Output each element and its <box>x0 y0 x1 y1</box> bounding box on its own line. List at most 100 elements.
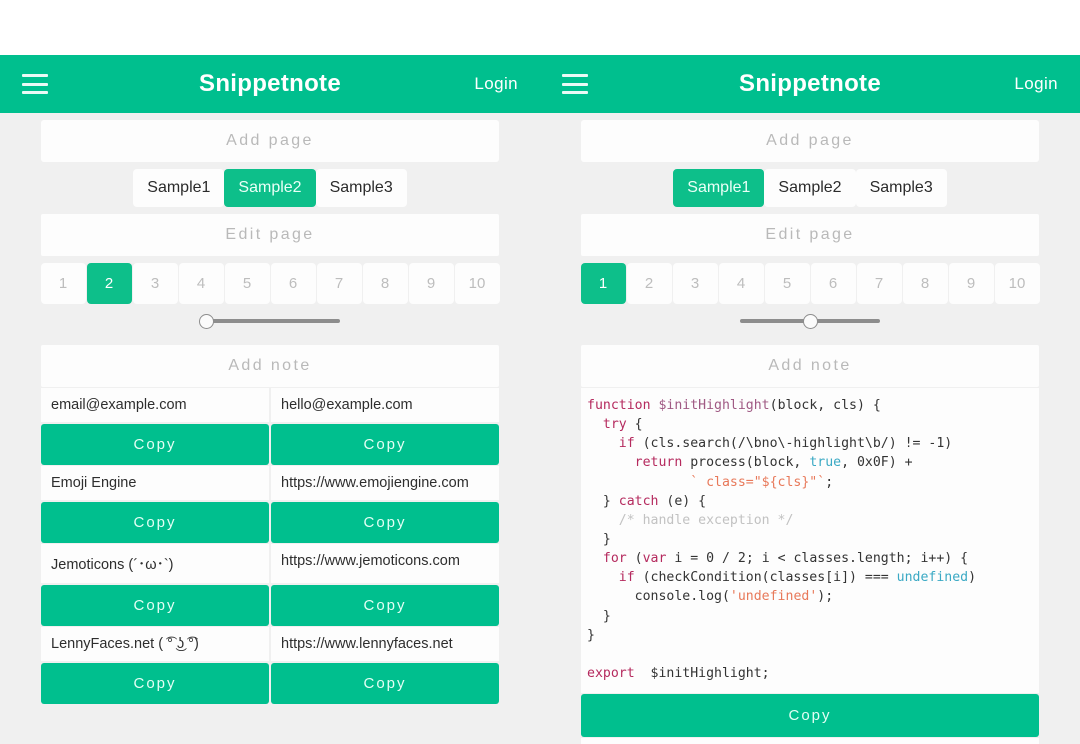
left-note-grid: email@example.com hello@example.com Copy… <box>41 387 499 704</box>
code-token: } <box>587 493 619 509</box>
note-value-cell[interactable]: hello@example.com <box>271 388 499 422</box>
code-token: $initHighlight; <box>634 665 770 681</box>
code-token: ( <box>626 551 643 567</box>
note-row: LennyFaces.net ( ͡° ͜ʖ ͡°) https://www.l… <box>41 627 499 661</box>
note-value-cell[interactable]: https://www.jemoticons.com <box>271 544 499 583</box>
code-line: return process(block, true, 0x0F) + <box>587 453 1035 472</box>
right-page-tabs: Sample1 Sample2 Sample3 <box>540 169 1080 207</box>
page-button-1[interactable]: 1 <box>580 263 626 304</box>
code-token: (cls.search(/\bno\-highlight\b/) != -1) <box>634 436 953 452</box>
code-token: console.log( <box>587 589 730 605</box>
page-scroll-slider[interactable] <box>740 313 880 329</box>
hamburger-bar <box>562 74 588 77</box>
edit-page-button[interactable]: Edit page <box>581 214 1039 256</box>
tab-sample3[interactable]: Sample3 <box>855 169 947 207</box>
page-button-4[interactable]: 4 <box>718 263 764 304</box>
copy-button[interactable]: Copy <box>41 585 269 626</box>
add-page-button[interactable]: Add page <box>581 120 1039 162</box>
code-token: for <box>587 551 627 567</box>
page-button-1[interactable]: 1 <box>40 263 86 304</box>
copy-button[interactable]: Copy <box>41 502 269 543</box>
copy-row: Copy Copy <box>41 424 499 465</box>
copy-button[interactable]: Copy <box>41 424 269 465</box>
copy-button[interactable]: Copy <box>271 502 499 543</box>
tab-sample2[interactable]: Sample2 <box>224 169 316 207</box>
code-token: i = 0 / 2; i < classes.length; i++) { <box>666 551 969 567</box>
add-page-button[interactable]: Add page <box>41 120 499 162</box>
code-token: if <box>587 436 635 452</box>
left-slider-wrap <box>0 304 540 338</box>
code-line: if (cls.search(/\bno\-highlight\b/) != -… <box>587 434 1035 453</box>
code-token: function <box>587 398 659 413</box>
copy-button[interactable]: Copy <box>271 424 499 465</box>
page-scroll-slider[interactable] <box>198 313 340 329</box>
page-button-5[interactable]: 5 <box>764 263 810 304</box>
code-token: true <box>809 455 842 471</box>
page-button-3[interactable]: 3 <box>672 263 718 304</box>
note-row: email@example.com hello@example.com <box>41 388 499 422</box>
note-value-cell[interactable]: https://www.emojiengine.com <box>271 466 499 500</box>
hamburger-bar <box>562 82 588 86</box>
page-button-3[interactable]: 3 <box>132 263 178 304</box>
left-panel: Snippetnote Login Add page Sample1 Sampl… <box>0 55 540 744</box>
add-note-button[interactable]: Add note <box>581 345 1039 387</box>
code-line: ` class="${cls}"`; <box>587 473 1035 492</box>
copy-button[interactable]: Copy <box>581 694 1039 738</box>
code-token: { <box>626 417 643 433</box>
copy-button[interactable]: Copy <box>271 585 499 626</box>
screenshot-stage: Snippetnote Login Add page Sample1 Sampl… <box>0 0 1080 744</box>
hamburger-bar <box>22 74 48 77</box>
copy-button[interactable]: Copy <box>271 663 499 704</box>
code-snippet-next[interactable]: /** <box>581 738 1039 744</box>
right-pagination: 1 2 3 4 5 6 7 8 9 10 <box>540 263 1080 304</box>
note-title-cell[interactable]: Emoji Engine <box>41 466 269 500</box>
code-token: } <box>587 608 611 624</box>
panels-container: Snippetnote Login Add page Sample1 Sampl… <box>0 55 1080 744</box>
page-button-6[interactable]: 6 <box>270 263 316 304</box>
code-token: $initHighlight <box>658 398 770 413</box>
right-slider-wrap <box>540 304 1080 338</box>
left-page-tabs: Sample1 Sample2 Sample3 <box>0 169 540 207</box>
tab-sample2[interactable]: Sample2 <box>764 169 856 207</box>
note-title-cell[interactable]: LennyFaces.net ( ͡° ͜ʖ ͡°) <box>41 627 269 661</box>
page-button-9[interactable]: 9 <box>408 263 454 304</box>
page-button-4[interactable]: 4 <box>178 263 224 304</box>
page-button-10[interactable]: 10 <box>454 263 500 304</box>
slider-thumb[interactable] <box>803 314 818 329</box>
code-token: , 0x0F) + <box>841 455 913 471</box>
hamburger-bar <box>22 91 48 94</box>
note-value-cell[interactable]: https://www.lennyfaces.net <box>271 627 499 661</box>
page-button-6[interactable]: 6 <box>810 263 856 304</box>
tab-sample1[interactable]: Sample1 <box>133 169 225 207</box>
edit-page-button[interactable]: Edit page <box>41 214 499 256</box>
tab-sample3[interactable]: Sample3 <box>315 169 407 207</box>
code-snippet[interactable]: function $initHighlight(block, cls) { tr… <box>581 388 1039 694</box>
page-button-7[interactable]: 7 <box>316 263 362 304</box>
code-line: for (var i = 0 / 2; i < classes.length; … <box>587 549 1035 568</box>
page-button-9[interactable]: 9 <box>948 263 994 304</box>
code-token: ; <box>825 474 834 490</box>
note-title-cell[interactable]: Jemoticons (´･ω･`) <box>41 544 269 583</box>
copy-row: Copy Copy <box>41 585 499 626</box>
page-button-5[interactable]: 5 <box>224 263 270 304</box>
right-app-bar: Snippetnote Login <box>540 55 1080 113</box>
login-button[interactable]: Login <box>474 74 518 94</box>
page-button-8[interactable]: 8 <box>362 263 408 304</box>
slider-thumb[interactable] <box>198 314 214 329</box>
add-note-button[interactable]: Add note <box>41 345 499 387</box>
copy-button[interactable]: Copy <box>41 663 269 704</box>
page-button-2[interactable]: 2 <box>86 263 132 304</box>
page-button-7[interactable]: 7 <box>856 263 902 304</box>
login-button[interactable]: Login <box>1014 74 1058 94</box>
left-pagination: 1 2 3 4 5 6 7 8 9 10 <box>0 263 540 304</box>
tab-sample1[interactable]: Sample1 <box>673 169 765 207</box>
hamburger-menu-icon[interactable] <box>562 74 588 94</box>
note-title-cell[interactable]: email@example.com <box>41 388 269 422</box>
hamburger-menu-icon[interactable] <box>22 74 48 94</box>
copy-row: Copy Copy <box>41 663 499 704</box>
page-button-8[interactable]: 8 <box>902 263 948 304</box>
page-button-2[interactable]: 2 <box>626 263 672 304</box>
page-button-10[interactable]: 10 <box>994 263 1040 304</box>
right-panel: Snippetnote Login Add page Sample1 Sampl… <box>540 55 1080 744</box>
code-token: class="${cls}"` <box>706 474 826 490</box>
